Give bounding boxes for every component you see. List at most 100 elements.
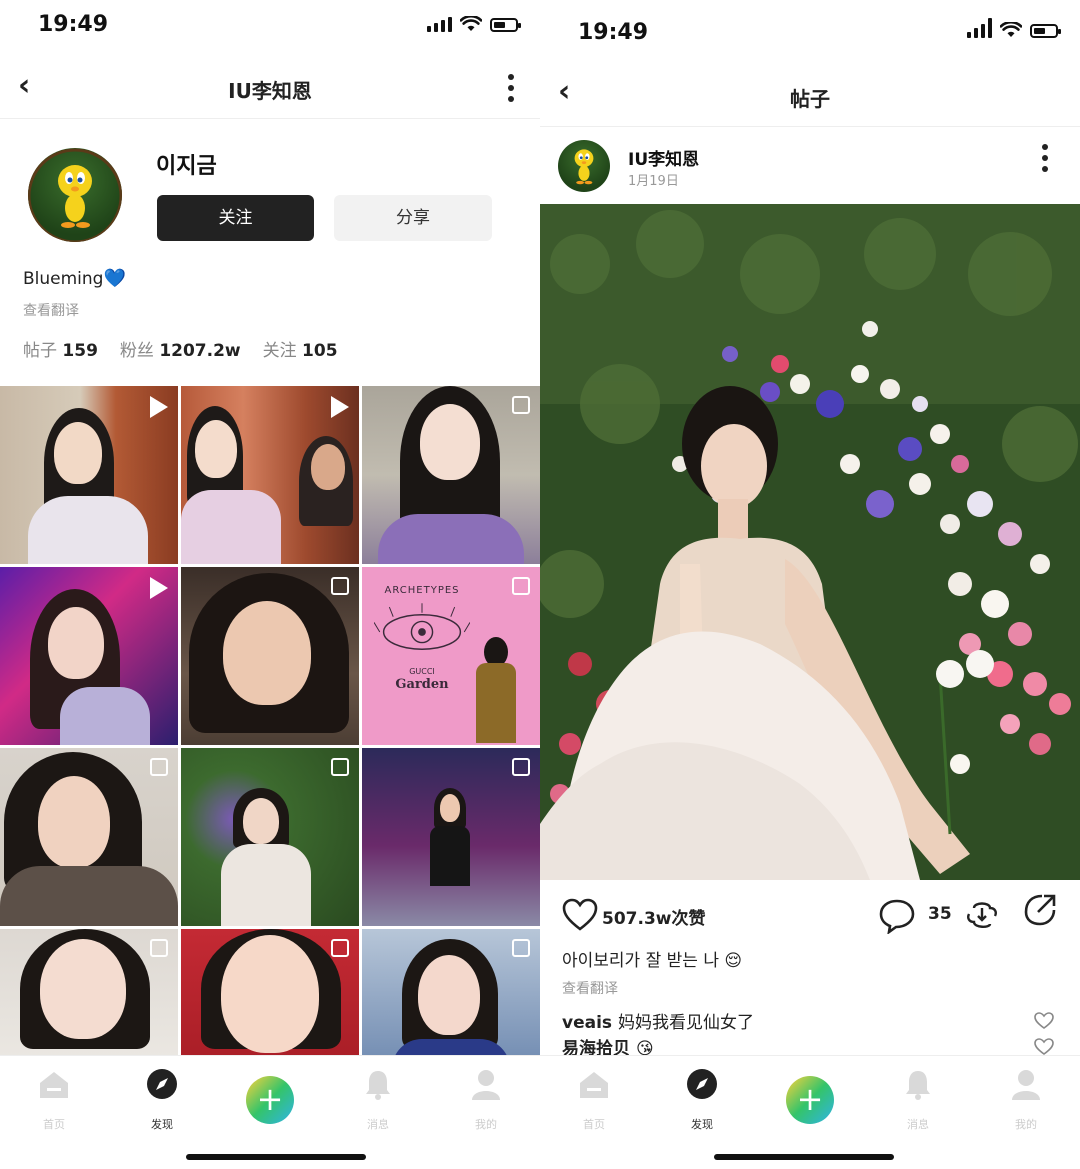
comment-item: veais 妈妈我看见仙女了 [562, 1008, 754, 1033]
comment-like-icon[interactable] [1034, 1012, 1054, 1030]
author-name[interactable]: IU李知恩 [628, 145, 699, 170]
comment-count: 35 [928, 904, 952, 924]
tab-me[interactable]: 我的 [991, 1068, 1061, 1132]
multi-photo-icon [150, 939, 168, 957]
post-grid: ARCHETYPES GUCCI Garden [0, 386, 540, 1107]
repost-icon[interactable] [962, 894, 1002, 934]
grid-post[interactable]: ARCHETYPES GUCCI Garden [362, 567, 540, 745]
nav-bar: ‹ 帖子 [540, 66, 1080, 126]
signal-icon [967, 18, 992, 38]
grid-post[interactable] [181, 748, 359, 926]
home-icon [40, 1072, 68, 1098]
profile-stats: 帖子 159 粉丝 1207.2w 关注 105 [23, 336, 338, 361]
post-caption: 아이보리가 잘 받는 나 😌 [562, 951, 743, 971]
eye-artwork [374, 603, 470, 650]
wifi-icon [460, 16, 482, 31]
fans-stat[interactable]: 粉丝 1207.2w [120, 336, 241, 361]
compass-icon [147, 1069, 177, 1099]
multi-photo-icon [512, 939, 530, 957]
more-icon[interactable] [508, 74, 514, 107]
user-icon [1012, 1070, 1040, 1100]
tab-home[interactable]: 首页 [559, 1068, 629, 1132]
wifi-icon [1000, 22, 1022, 37]
profile-name: 이지금 [156, 154, 217, 179]
battery-icon [1030, 24, 1061, 38]
following-stat[interactable]: 关注 105 [263, 336, 338, 361]
avatar[interactable] [28, 148, 122, 242]
create-post-button[interactable]: + [246, 1076, 294, 1124]
tab-bar: 首页 发现 + 消息 我的 [0, 1055, 540, 1169]
tab-discover[interactable]: 发现 [127, 1068, 197, 1132]
multi-photo-icon [331, 758, 349, 776]
status-bar: 19:49 [0, 0, 540, 56]
grid-post[interactable] [362, 748, 540, 926]
grid-post[interactable] [0, 748, 178, 926]
translate-link[interactable]: 查看翻译 [562, 978, 618, 998]
post-image[interactable] [540, 204, 1080, 880]
tab-bar: 首页 发现 + 消息 我的 [540, 1055, 1080, 1169]
share-button[interactable]: 分享 [334, 195, 492, 241]
multi-photo-icon [512, 396, 530, 414]
bio-text: Blueming [23, 269, 104, 289]
home-indicator [186, 1154, 366, 1160]
home-indicator [714, 1154, 894, 1160]
comment-like-icon[interactable] [1034, 1038, 1054, 1056]
tweety-avatar-image [28, 148, 122, 242]
status-icons [427, 16, 521, 32]
comment-icon[interactable] [878, 898, 916, 934]
tab-discover[interactable]: 发现 [667, 1068, 737, 1132]
bio: Blueming💙 [23, 268, 126, 289]
bell-icon [366, 1071, 390, 1100]
share-icon[interactable] [1022, 892, 1058, 928]
post-date: 1月19日 [628, 174, 679, 189]
author-avatar[interactable] [558, 140, 610, 192]
gucci-text: GUCCI [409, 667, 435, 676]
more-icon[interactable] [1042, 144, 1048, 177]
tab-home[interactable]: 首页 [19, 1068, 89, 1132]
grid-post[interactable] [181, 386, 359, 564]
comment-user[interactable]: veais [562, 1013, 612, 1033]
divider [540, 126, 1080, 127]
profile-screen: 19:49 ‹ IU李知恩 이지금 关注 分享 Blueming💙 查看翻译 帖… [0, 0, 540, 1169]
create-post-button[interactable]: + [786, 1076, 834, 1124]
status-time: 19:49 [38, 12, 109, 37]
blue-heart-emoji: 💙 [103, 268, 126, 289]
divider [0, 118, 540, 119]
video-icon [331, 396, 349, 418]
signal-icon [427, 17, 452, 32]
status-icons [967, 18, 1061, 38]
tab-messages[interactable]: 消息 [883, 1068, 953, 1132]
like-count: 507.3w次赞 [602, 909, 706, 929]
multi-photo-icon [512, 758, 530, 776]
posts-stat[interactable]: 帖子 159 [23, 336, 98, 361]
comment-text: 妈妈我看见仙女了 [618, 1013, 755, 1033]
multi-photo-icon [150, 758, 168, 776]
multi-photo-icon [331, 577, 349, 595]
translate-link[interactable]: 查看翻译 [23, 300, 79, 320]
home-icon [580, 1072, 608, 1098]
grid-post[interactable] [362, 386, 540, 564]
page-title: 帖子 [790, 87, 830, 111]
tweety-avatar-image [574, 149, 594, 185]
heart-icon[interactable] [562, 898, 598, 932]
grid-post[interactable] [0, 386, 178, 564]
status-time: 19:49 [578, 20, 649, 45]
video-icon [150, 577, 168, 599]
garden-text: Garden [395, 677, 449, 692]
follow-button[interactable]: 关注 [157, 195, 314, 241]
page-title: IU李知恩 [228, 79, 312, 103]
compass-icon [687, 1069, 717, 1099]
post-actions: 507.3w次赞 35 [540, 890, 1080, 940]
multi-photo-icon [512, 577, 530, 595]
grid-post[interactable] [181, 567, 359, 745]
bell-icon [906, 1071, 930, 1100]
tab-me[interactable]: 我的 [451, 1068, 521, 1132]
user-icon [472, 1070, 500, 1100]
grid-post[interactable] [0, 567, 178, 745]
tab-messages[interactable]: 消息 [343, 1068, 413, 1132]
multi-photo-icon [331, 939, 349, 957]
plus-icon: + [796, 1080, 824, 1118]
plus-icon: + [256, 1080, 284, 1118]
archetypes-text: ARCHETYPES [384, 585, 460, 596]
status-bar: 19:49 [540, 0, 1080, 56]
